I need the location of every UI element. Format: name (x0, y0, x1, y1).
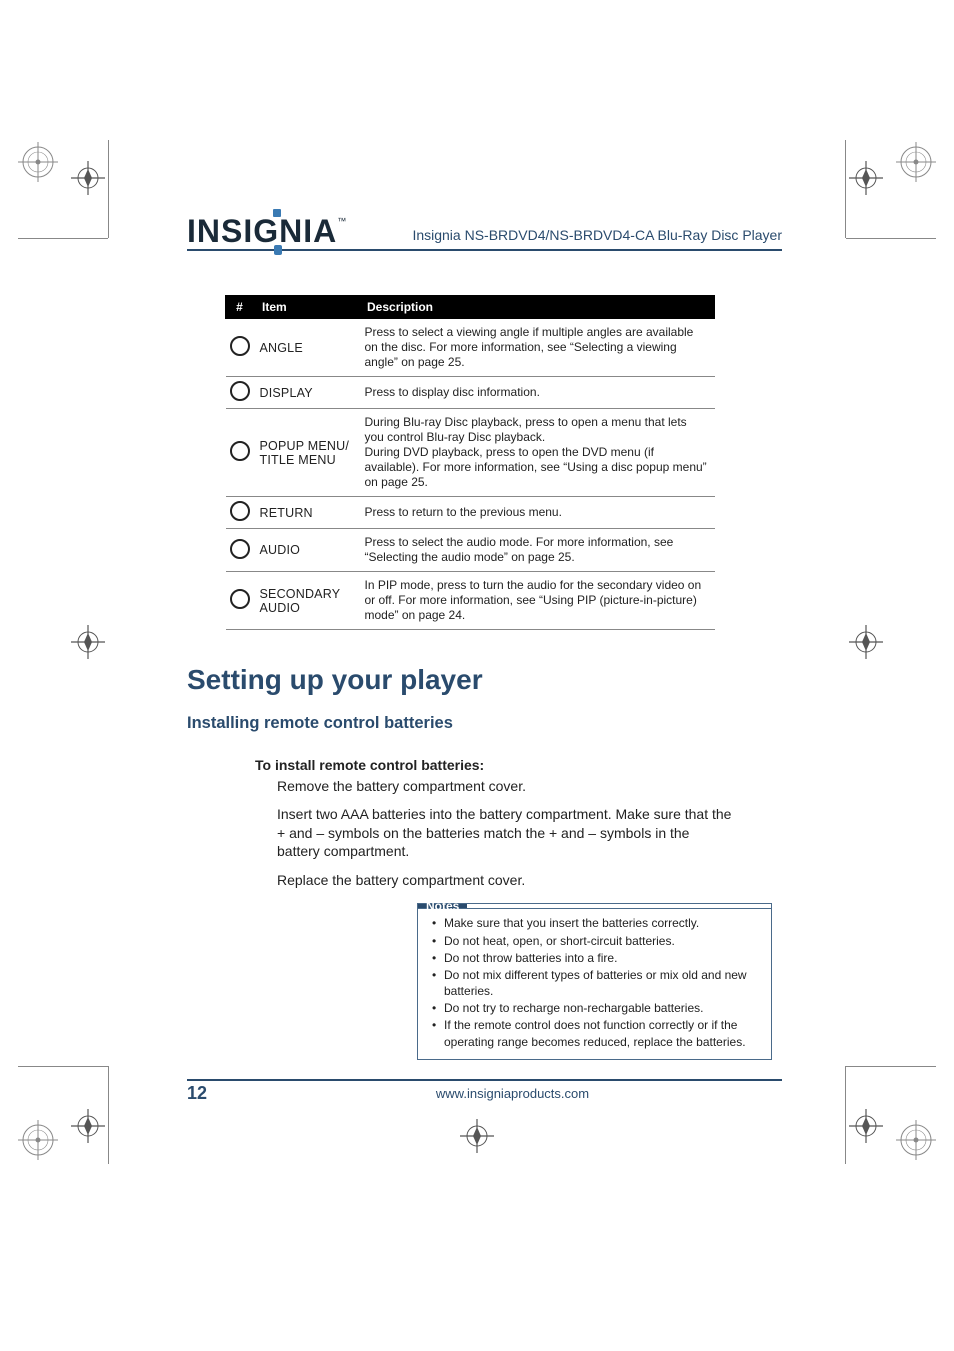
item-name: DISPLAY (254, 377, 359, 409)
note-item: • Make sure that you insert the batterie… (444, 915, 761, 931)
item-description: Press to select the audio mode. For more… (359, 529, 715, 572)
bullet-icon: • (432, 950, 436, 966)
procedure-step: Remove the battery compartment cover. (277, 777, 732, 795)
note-text: Make sure that you insert the batteries … (444, 916, 699, 930)
document-title: Insignia NS-BRDVD4/NS-BRDVD4-CA Blu-Ray … (347, 227, 782, 247)
registration-mark-icon (896, 142, 936, 182)
crop-line (108, 140, 109, 238)
brand-name: INSIGNIA (187, 213, 337, 249)
button-circle-icon (226, 497, 254, 529)
crop-line (846, 238, 936, 239)
note-item: • Do not try to recharge non-rechargable… (444, 1000, 761, 1016)
table-row: SECONDARY AUDIOIn PIP mode, press to tur… (226, 572, 715, 630)
table-row: RETURNPress to return to the previous me… (226, 497, 715, 529)
page-content: INSIGNIA™ Insignia NS-BRDVD4/NS-BRDVD4-C… (187, 215, 782, 1060)
note-text: Do not mix different types of batteries … (444, 968, 747, 998)
note-text: Do not throw batteries into a fire. (444, 951, 617, 965)
crop-line (846, 1066, 936, 1067)
item-description: Press to select a viewing angle if multi… (359, 319, 715, 377)
crosshair-mark-icon (68, 622, 108, 662)
crosshair-mark-icon (457, 1116, 497, 1156)
table-row: AUDIOPress to select the audio mode. For… (226, 529, 715, 572)
table-row: ANGLEPress to select a viewing angle if … (226, 319, 715, 377)
item-name: POPUP MENU/ TITLE MENU (254, 409, 359, 497)
note-item: • Do not mix different types of batterie… (444, 967, 761, 999)
crosshair-mark-icon (846, 622, 886, 662)
item-description: During Blu-ray Disc playback, press to o… (359, 409, 715, 497)
crop-line (108, 1066, 109, 1164)
note-item: • Do not throw batteries into a fire. (444, 950, 761, 966)
button-circle-icon (226, 377, 254, 409)
col-header-num: # (226, 296, 254, 319)
item-description: Press to display disc information. (359, 377, 715, 409)
item-description: In PIP mode, press to turn the audio for… (359, 572, 715, 630)
item-description: Press to return to the previous menu. (359, 497, 715, 529)
procedure-step: Insert two AAA batteries into the batter… (277, 805, 732, 860)
registration-mark-icon (896, 1120, 936, 1160)
crop-line (18, 238, 108, 239)
note-text: Do not heat, open, or short-circuit batt… (444, 934, 675, 948)
procedure-step: Replace the battery compartment cover. (277, 871, 732, 889)
table-row: DISPLAYPress to display disc information… (226, 377, 715, 409)
note-text: If the remote control does not function … (444, 1018, 746, 1048)
table-row: POPUP MENU/ TITLE MENUDuring Blu-ray Dis… (226, 409, 715, 497)
notes-label: Notes (418, 904, 467, 908)
footer-url: www.insigniaproducts.com (243, 1086, 782, 1101)
page-footer: 12 www.insigniaproducts.com (187, 1079, 782, 1104)
crop-line (18, 1066, 108, 1067)
procedure-heading: To install remote control batteries: (255, 757, 782, 773)
bullet-icon: • (432, 1017, 436, 1033)
crosshair-mark-icon (68, 158, 108, 198)
col-header-desc: Description (359, 296, 715, 319)
brand-logo: INSIGNIA™ (187, 215, 347, 247)
crosshair-mark-icon (846, 158, 886, 198)
item-name: ANGLE (254, 319, 359, 377)
item-name: AUDIO (254, 529, 359, 572)
button-circle-icon (226, 572, 254, 630)
logo-accent-icon (274, 245, 282, 255)
bullet-icon: • (432, 933, 436, 949)
page-number: 12 (187, 1083, 243, 1104)
note-item: • Do not heat, open, or short-circuit ba… (444, 933, 761, 949)
registration-mark-icon (18, 142, 58, 182)
bullet-icon: • (432, 1000, 436, 1016)
button-circle-icon (226, 319, 254, 377)
registration-mark-icon (18, 1120, 58, 1160)
note-item: • If the remote control does not functio… (444, 1017, 761, 1049)
subsection-heading: Installing remote control batteries (187, 714, 782, 733)
crosshair-mark-icon (846, 1106, 886, 1146)
crop-line (845, 140, 846, 238)
note-text: Do not try to recharge non-rechargable b… (444, 1001, 703, 1015)
crop-line (845, 1066, 846, 1164)
item-name: RETURN (254, 497, 359, 529)
item-name: SECONDARY AUDIO (254, 572, 359, 630)
page-header: INSIGNIA™ Insignia NS-BRDVD4/NS-BRDVD4-C… (187, 215, 782, 251)
notes-box: Notes • Make sure that you insert the ba… (417, 903, 772, 1060)
bullet-icon: • (432, 915, 436, 931)
logo-accent-icon (273, 209, 281, 217)
button-circle-icon (226, 409, 254, 497)
trademark-symbol: ™ (337, 216, 347, 226)
remote-buttons-table: # Item Description ANGLEPress to select … (225, 295, 715, 630)
crosshair-mark-icon (68, 1106, 108, 1146)
button-circle-icon (226, 529, 254, 572)
bullet-icon: • (432, 967, 436, 983)
col-header-item: Item (254, 296, 359, 319)
section-heading: Setting up your player (187, 664, 782, 696)
